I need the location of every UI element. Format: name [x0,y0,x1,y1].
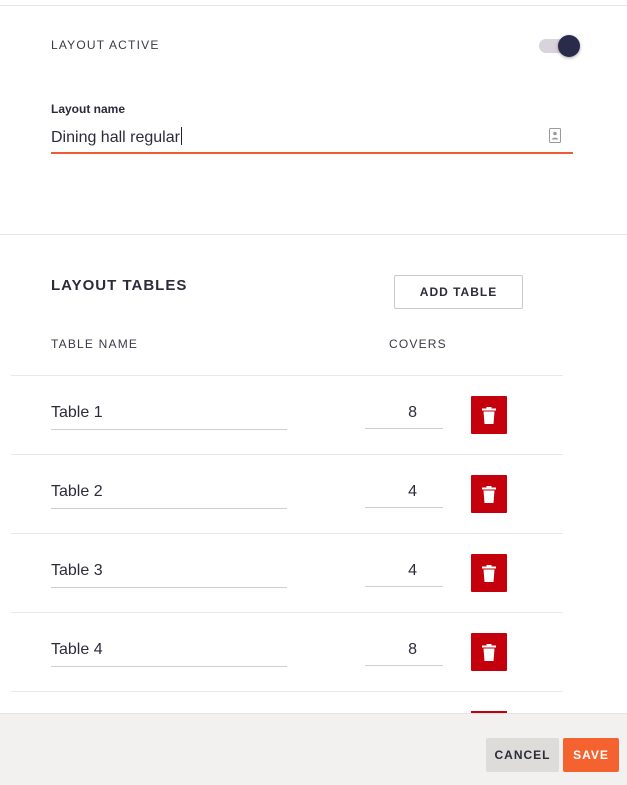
covers-input[interactable]: 4 [365,483,443,508]
covers-input[interactable]: 8 [365,641,443,666]
trash-icon [482,485,496,503]
delete-table-button[interactable] [471,396,507,434]
table-name-input[interactable]: Table 1 [51,404,287,430]
top-divider [0,5,627,6]
save-button[interactable]: SAVE [563,738,619,772]
covers-input[interactable]: 4 [365,562,443,587]
table-row: Table 1 8 [11,375,563,455]
layout-active-label: LAYOUT ACTIVE [51,38,160,52]
contact-card-icon [549,128,561,143]
delete-table-button[interactable] [471,633,507,671]
section-divider [0,234,627,235]
column-header-covers: COVERS [389,337,447,351]
table-name-input[interactable]: Table 3 [51,562,287,588]
covers-input[interactable]: 8 [365,404,443,429]
toggle-knob [558,35,580,57]
trash-icon [482,643,496,661]
add-table-button[interactable]: ADD TABLE [394,275,523,309]
layout-name-label: Layout name [51,102,126,116]
table-name-input[interactable]: Table 2 [51,483,287,509]
layout-name-field[interactable]: Dining hall regular [51,124,573,154]
column-header-table-name: TABLE NAME [51,337,139,351]
layout-tables-title: LAYOUT TABLES [51,277,188,294]
delete-table-button[interactable] [471,554,507,592]
layout-active-toggle[interactable] [539,34,581,58]
table-row: Table 4 8 [11,612,563,692]
layout-name-value: Dining hall regular [51,127,182,146]
delete-table-button[interactable] [471,475,507,513]
table-name-input[interactable]: Table 4 [51,641,287,667]
table-row: Table 3 4 [11,533,563,613]
cancel-button[interactable]: CANCEL [486,738,559,772]
text-caret [180,127,182,145]
trash-icon [482,406,496,424]
table-row: Table 2 4 [11,454,563,534]
trash-icon [482,564,496,582]
